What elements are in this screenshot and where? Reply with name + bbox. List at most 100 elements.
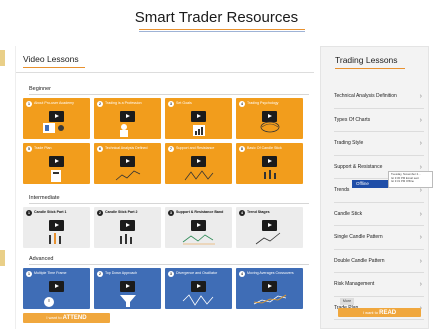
- lesson-item-label: Candle Stick: [334, 210, 363, 217]
- lesson-item[interactable]: Double Candle Pattern ›: [334, 250, 424, 273]
- card-title: About Pro-user Academy: [34, 101, 74, 105]
- card-title: Trade Plan: [34, 146, 52, 150]
- chevron-right-icon: ›: [419, 257, 422, 265]
- video-card-beginner-5[interactable]: 5 Trade Plan: [23, 143, 90, 184]
- chevron-right-icon: ›: [419, 281, 422, 288]
- lesson-item-label: Double Candle Pattern: [334, 257, 385, 264]
- card-title: Candle Stick Part 1: [34, 210, 67, 214]
- chart-illustration: [115, 170, 141, 181]
- calculator-illustration: [51, 170, 61, 182]
- video-lessons-underline: [23, 67, 85, 68]
- read-button[interactable]: I want to READ: [338, 308, 421, 317]
- card-title: Basic Of Candle Stick: [247, 146, 282, 150]
- group-label-beginner: Beginner: [29, 86, 52, 92]
- card-number: 7: [168, 146, 174, 152]
- lesson-item[interactable]: Risk Management ›: [334, 273, 424, 297]
- attend-button[interactable]: I want to ATTEND: [23, 313, 110, 323]
- video-card-intermediate-4[interactable]: 4 Trend Stages: [236, 207, 303, 248]
- card-title: Trading is a Profession: [105, 101, 142, 105]
- lesson-item[interactable]: Technical Analysis Definition ›: [334, 85, 424, 109]
- card-title: Trend Stages: [247, 210, 270, 214]
- card-number: 1: [26, 271, 32, 277]
- video-card-advanced-1[interactable]: 1 Multiple Time Frame: [23, 268, 90, 309]
- video-card-beginner-7[interactable]: 7 Support and Resistance: [165, 143, 232, 184]
- card-number: 3: [168, 210, 174, 216]
- divider: [16, 72, 314, 73]
- lesson-item[interactable]: Single Candle Pattern ›: [334, 226, 424, 250]
- lesson-item[interactable]: Trading Style ›: [334, 132, 424, 156]
- zigzag-chart-illustration: [184, 170, 214, 181]
- video-card-intermediate-3[interactable]: 3 Support & Resistance Band: [165, 207, 232, 248]
- edge-tab-top: [0, 50, 5, 66]
- video-lessons-heading: Video Lessons: [23, 54, 79, 64]
- more-button[interactable]: More: [340, 298, 354, 305]
- card-title: Divergence and Oscillator: [176, 271, 218, 275]
- card-number: 1: [26, 101, 32, 107]
- card-number: 8: [239, 146, 245, 152]
- card-title: Top Down Approach: [105, 271, 138, 275]
- card-number: 1: [26, 210, 32, 216]
- clock-illustration: [44, 297, 54, 307]
- attend-button-prefix: I want to: [46, 315, 62, 320]
- card-title: Set Goals: [176, 101, 192, 105]
- video-card-beginner-8[interactable]: 8 Basic Of Candle Stick: [236, 143, 303, 184]
- group-label-advanced: Advanced: [29, 256, 54, 262]
- video-card-advanced-2[interactable]: 2 Top Down Approach: [94, 268, 161, 309]
- trading-lessons-heading: Trading Lessons: [335, 55, 398, 65]
- chevron-right-icon: ›: [419, 210, 422, 218]
- chevron-right-icon: ›: [419, 93, 422, 100]
- video-card-intermediate-1[interactable]: 1 Candle Stick Part 1: [23, 207, 90, 248]
- card-title: Candle Stick Part 2: [105, 210, 138, 214]
- lesson-item-label: Trends: [334, 187, 350, 193]
- video-card-beginner-2[interactable]: 2 Trading is a Profession: [94, 98, 161, 139]
- card-number: 5: [26, 146, 32, 152]
- bar-chart-illustration: [193, 125, 205, 136]
- video-card-beginner-6[interactable]: 6 Technical Analysis Defined: [94, 143, 161, 184]
- card-number: 4: [239, 210, 245, 216]
- card-title: Multiple Time Frame: [34, 271, 67, 275]
- card-number: 4: [239, 271, 245, 277]
- title-underline-blue: [139, 31, 305, 32]
- offline-status-badge[interactable]: Offline: [352, 180, 388, 188]
- card-title: Moving Averages Crossovers: [247, 271, 294, 275]
- card-title: Technical Analysis Defined: [105, 146, 148, 150]
- lesson-item-label: Technical Analysis Definition: [334, 93, 397, 99]
- person-illustration: [120, 124, 128, 137]
- group-label-intermediate: Intermediate: [29, 195, 60, 201]
- lesson-item[interactable]: Types Of Charts ›: [334, 109, 424, 132]
- chevron-right-icon: ›: [419, 116, 422, 124]
- group-divider: [29, 264, 309, 265]
- video-card-beginner-4[interactable]: 4 Trading Psychology: [236, 98, 303, 139]
- card-title: Trading Psychology: [247, 101, 279, 105]
- tooltip-line: Ist 3:31 PM Offline: [391, 179, 414, 184]
- brain-illustration: [260, 121, 280, 133]
- card-number: 2: [97, 101, 103, 107]
- band-chart-illustration: [182, 234, 215, 245]
- card-number: 6: [97, 146, 103, 152]
- candles-illustration: [120, 234, 132, 244]
- oscillator-illustration: [182, 294, 214, 306]
- video-card-advanced-4[interactable]: 4 Moving Averages Crossovers: [236, 268, 303, 309]
- card-number: 2: [97, 210, 103, 216]
- title-underline-orange: [139, 29, 305, 30]
- read-button-prefix: I want to: [362, 310, 378, 315]
- card-number: 3: [168, 101, 174, 107]
- lesson-item-label: Support & Resistance: [334, 163, 383, 170]
- video-card-intermediate-2[interactable]: 2 Candle Stick Part 2: [94, 207, 161, 248]
- status-tooltip: Tuesday, November 2... Ist 3:30 PM Email…: [388, 171, 433, 188]
- candles-illustration: [264, 170, 276, 179]
- page-title: Smart Trader Resources: [134, 9, 299, 26]
- video-lessons-panel: Video Lessons Beginner 1 About Pro-user …: [15, 46, 314, 329]
- card-number: 2: [97, 271, 103, 277]
- video-card-advanced-3[interactable]: 3 Divergence and Oscillator: [165, 268, 232, 309]
- trend-chart-illustration: [255, 232, 281, 245]
- video-card-beginner-3[interactable]: 3 Set Goals: [165, 98, 232, 139]
- attend-button-emph: ATTEND: [62, 315, 87, 321]
- lesson-item-label: Trading Style: [334, 140, 364, 146]
- card-title: Support and Resistance: [176, 146, 215, 150]
- group-divider: [29, 203, 309, 204]
- lesson-item[interactable]: Candle Stick ›: [334, 203, 424, 226]
- video-card-beginner-1[interactable]: 1 About Pro-user Academy: [23, 98, 90, 139]
- chevron-right-icon: ›: [419, 234, 422, 241]
- card-title: Support & Resistance Band: [176, 210, 224, 214]
